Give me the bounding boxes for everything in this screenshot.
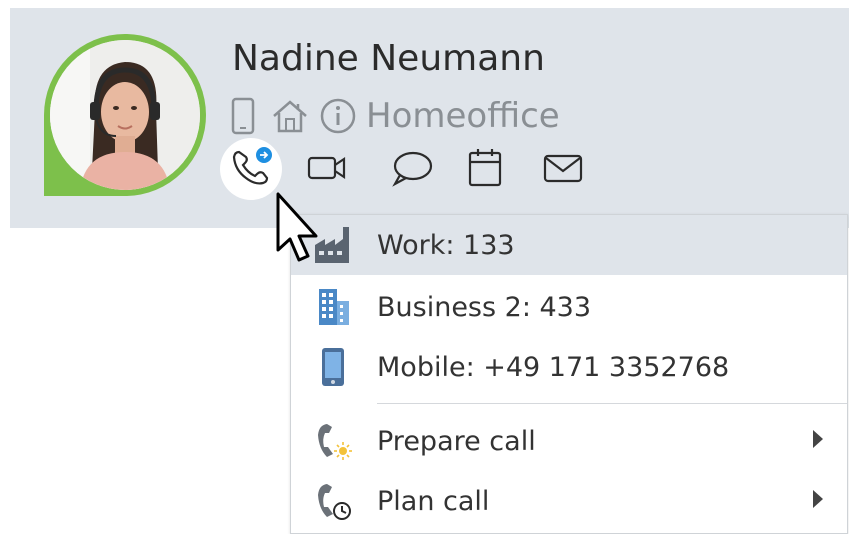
call-context-menu: Work: 133 Business 2: 433 Mobile: +49 17… — [290, 214, 848, 534]
avatar[interactable] — [44, 34, 206, 196]
menu-item-plan-call[interactable]: Plan call — [291, 471, 847, 531]
status-text: Homeoffice — [366, 96, 560, 136]
mouse-pointer-icon — [270, 190, 330, 270]
menu-item-prepare-call[interactable]: Prepare call — [291, 411, 847, 471]
info-icon[interactable] — [318, 96, 358, 136]
status-row: Homeoffice — [228, 96, 560, 136]
menu-item-label: Mobile: +49 171 3352768 — [377, 351, 730, 383]
menu-item-label: Business 2: 433 — [377, 291, 592, 323]
avatar-photo — [50, 40, 200, 190]
contact-name: Nadine Neumann — [232, 38, 545, 79]
home-icon — [268, 96, 312, 136]
menu-item-label: Plan call — [377, 485, 490, 517]
submenu-arrow-icon — [811, 489, 825, 514]
mobile-phone-icon — [313, 347, 353, 387]
prepare-call-icon — [313, 421, 353, 461]
chat-icon[interactable] — [390, 150, 434, 193]
video-call-icon[interactable] — [306, 150, 348, 191]
office-building-icon — [313, 287, 353, 327]
menu-item-mobile[interactable]: Mobile: +49 171 3352768 — [291, 337, 847, 397]
menu-item-business-2[interactable]: Business 2: 433 — [291, 277, 847, 337]
menu-item-label: Work: 133 — [377, 229, 515, 261]
menu-item-work[interactable]: Work: 133 — [291, 215, 847, 275]
menu-separator — [377, 403, 847, 404]
submenu-arrow-icon — [811, 429, 825, 454]
phone-call-icon — [229, 145, 273, 194]
calendar-icon[interactable] — [466, 146, 504, 193]
mobile-device-icon — [228, 96, 258, 136]
menu-item-label: Prepare call — [377, 425, 536, 457]
mail-icon[interactable] — [542, 150, 584, 191]
plan-call-icon — [313, 481, 353, 521]
